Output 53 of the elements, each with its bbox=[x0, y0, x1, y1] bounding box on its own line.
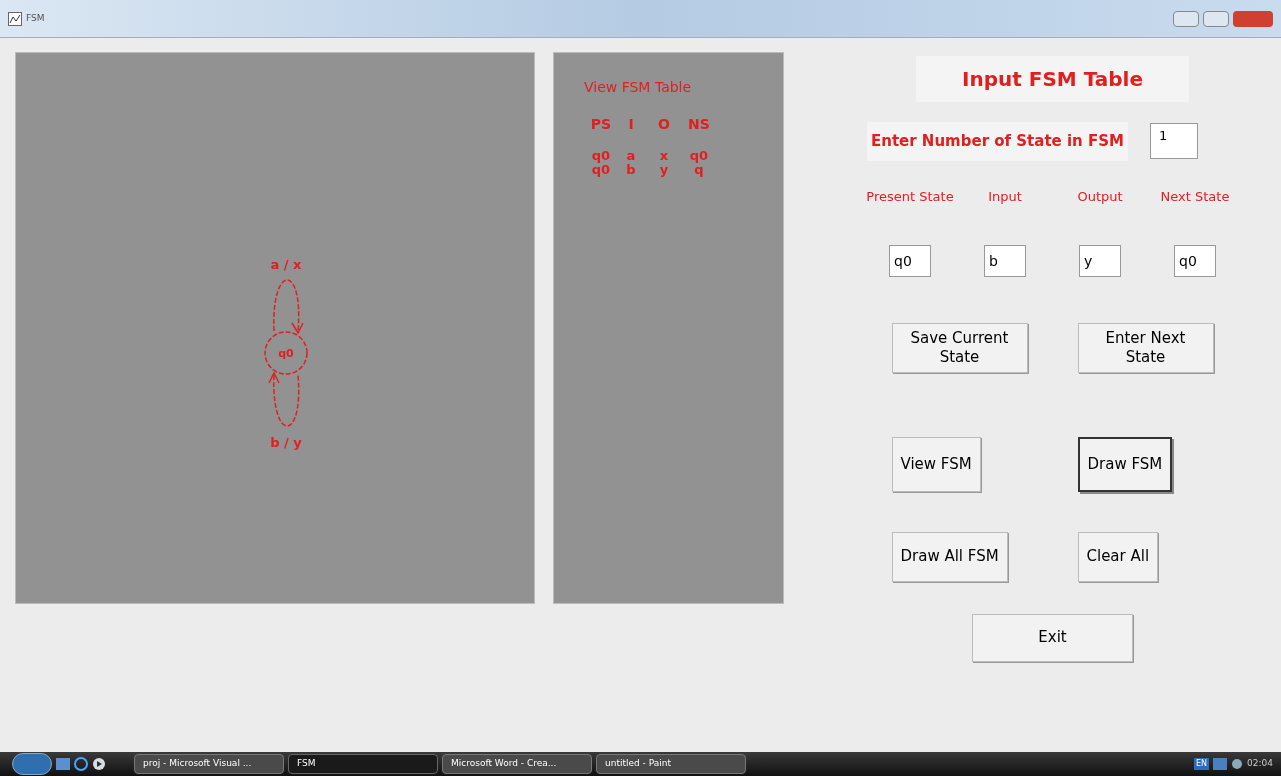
table-cell-text: q0 bbox=[590, 163, 612, 177]
table-cell-text: q0 bbox=[590, 149, 612, 163]
field-label: Present State bbox=[865, 188, 955, 206]
browser-icon[interactable] bbox=[74, 757, 88, 771]
state-label: q0 bbox=[278, 347, 294, 360]
table-cell-text: q bbox=[694, 163, 704, 177]
table-cell-text: x bbox=[658, 149, 670, 163]
value-field[interactable]: q0 bbox=[889, 244, 931, 277]
loop-arrow bbox=[268, 371, 300, 427]
action-button[interactable]: Save Current State bbox=[891, 322, 1028, 373]
taskbar-item[interactable]: FSM bbox=[288, 754, 438, 774]
language-indicator[interactable]: EN bbox=[1194, 758, 1210, 770]
field-label: Output bbox=[1076, 188, 1124, 206]
value-field[interactable]: y bbox=[1079, 244, 1121, 277]
column-header: NS bbox=[687, 115, 711, 134]
table-cell-text: a bbox=[625, 149, 637, 163]
table-cell-text: q0 bbox=[688, 149, 710, 163]
action-button[interactable]: Enter Next State bbox=[1077, 322, 1214, 373]
loop-arrow bbox=[273, 279, 304, 335]
column-header: O bbox=[657, 115, 671, 134]
chart-icon bbox=[8, 11, 22, 26]
window-title: FSM bbox=[26, 11, 45, 25]
table-cell-text: b bbox=[625, 163, 637, 177]
transition-label: a / x bbox=[270, 257, 302, 272]
value-field[interactable]: b bbox=[984, 244, 1026, 277]
action-button[interactable]: Draw All FSM bbox=[891, 531, 1008, 582]
column-header: PS bbox=[589, 115, 613, 134]
column-header: I bbox=[627, 115, 635, 134]
table-title: View FSM Table bbox=[584, 78, 692, 97]
network-icon[interactable] bbox=[1213, 758, 1228, 770]
field-label: Next State bbox=[1159, 188, 1231, 206]
start-button[interactable] bbox=[12, 753, 52, 775]
speaker-icon[interactable] bbox=[1231, 758, 1244, 770]
taskbar-item[interactable]: untitled - Paint bbox=[596, 754, 746, 774]
state-circle bbox=[264, 331, 308, 375]
action-button[interactable]: Clear All bbox=[1077, 531, 1159, 582]
clock: 02:04 bbox=[1247, 757, 1273, 771]
minimize-button[interactable] bbox=[1173, 10, 1199, 27]
transition-label: b / y bbox=[270, 435, 302, 450]
maximize-button[interactable] bbox=[1203, 10, 1229, 27]
table-cell-text: y bbox=[658, 163, 670, 177]
play-icon[interactable] bbox=[92, 757, 106, 771]
exit-button[interactable]: Exit bbox=[972, 613, 1133, 662]
value-field[interactable]: q0 bbox=[1174, 244, 1216, 277]
state-count-field[interactable]: 1 bbox=[1150, 123, 1198, 160]
taskbar-item[interactable]: proj - Microsoft Visual ... bbox=[134, 754, 284, 774]
taskbar-item[interactable]: Microsoft Word - Crea... bbox=[442, 754, 592, 774]
action-button[interactable]: View FSM bbox=[891, 436, 981, 492]
state-count-label: Enter Number of State in FSM bbox=[867, 122, 1128, 161]
action-button[interactable]: Draw FSM bbox=[1077, 436, 1173, 492]
form-heading: Input FSM Table bbox=[916, 56, 1189, 102]
close-button[interactable] bbox=[1233, 10, 1273, 27]
field-label: Input bbox=[987, 188, 1023, 206]
